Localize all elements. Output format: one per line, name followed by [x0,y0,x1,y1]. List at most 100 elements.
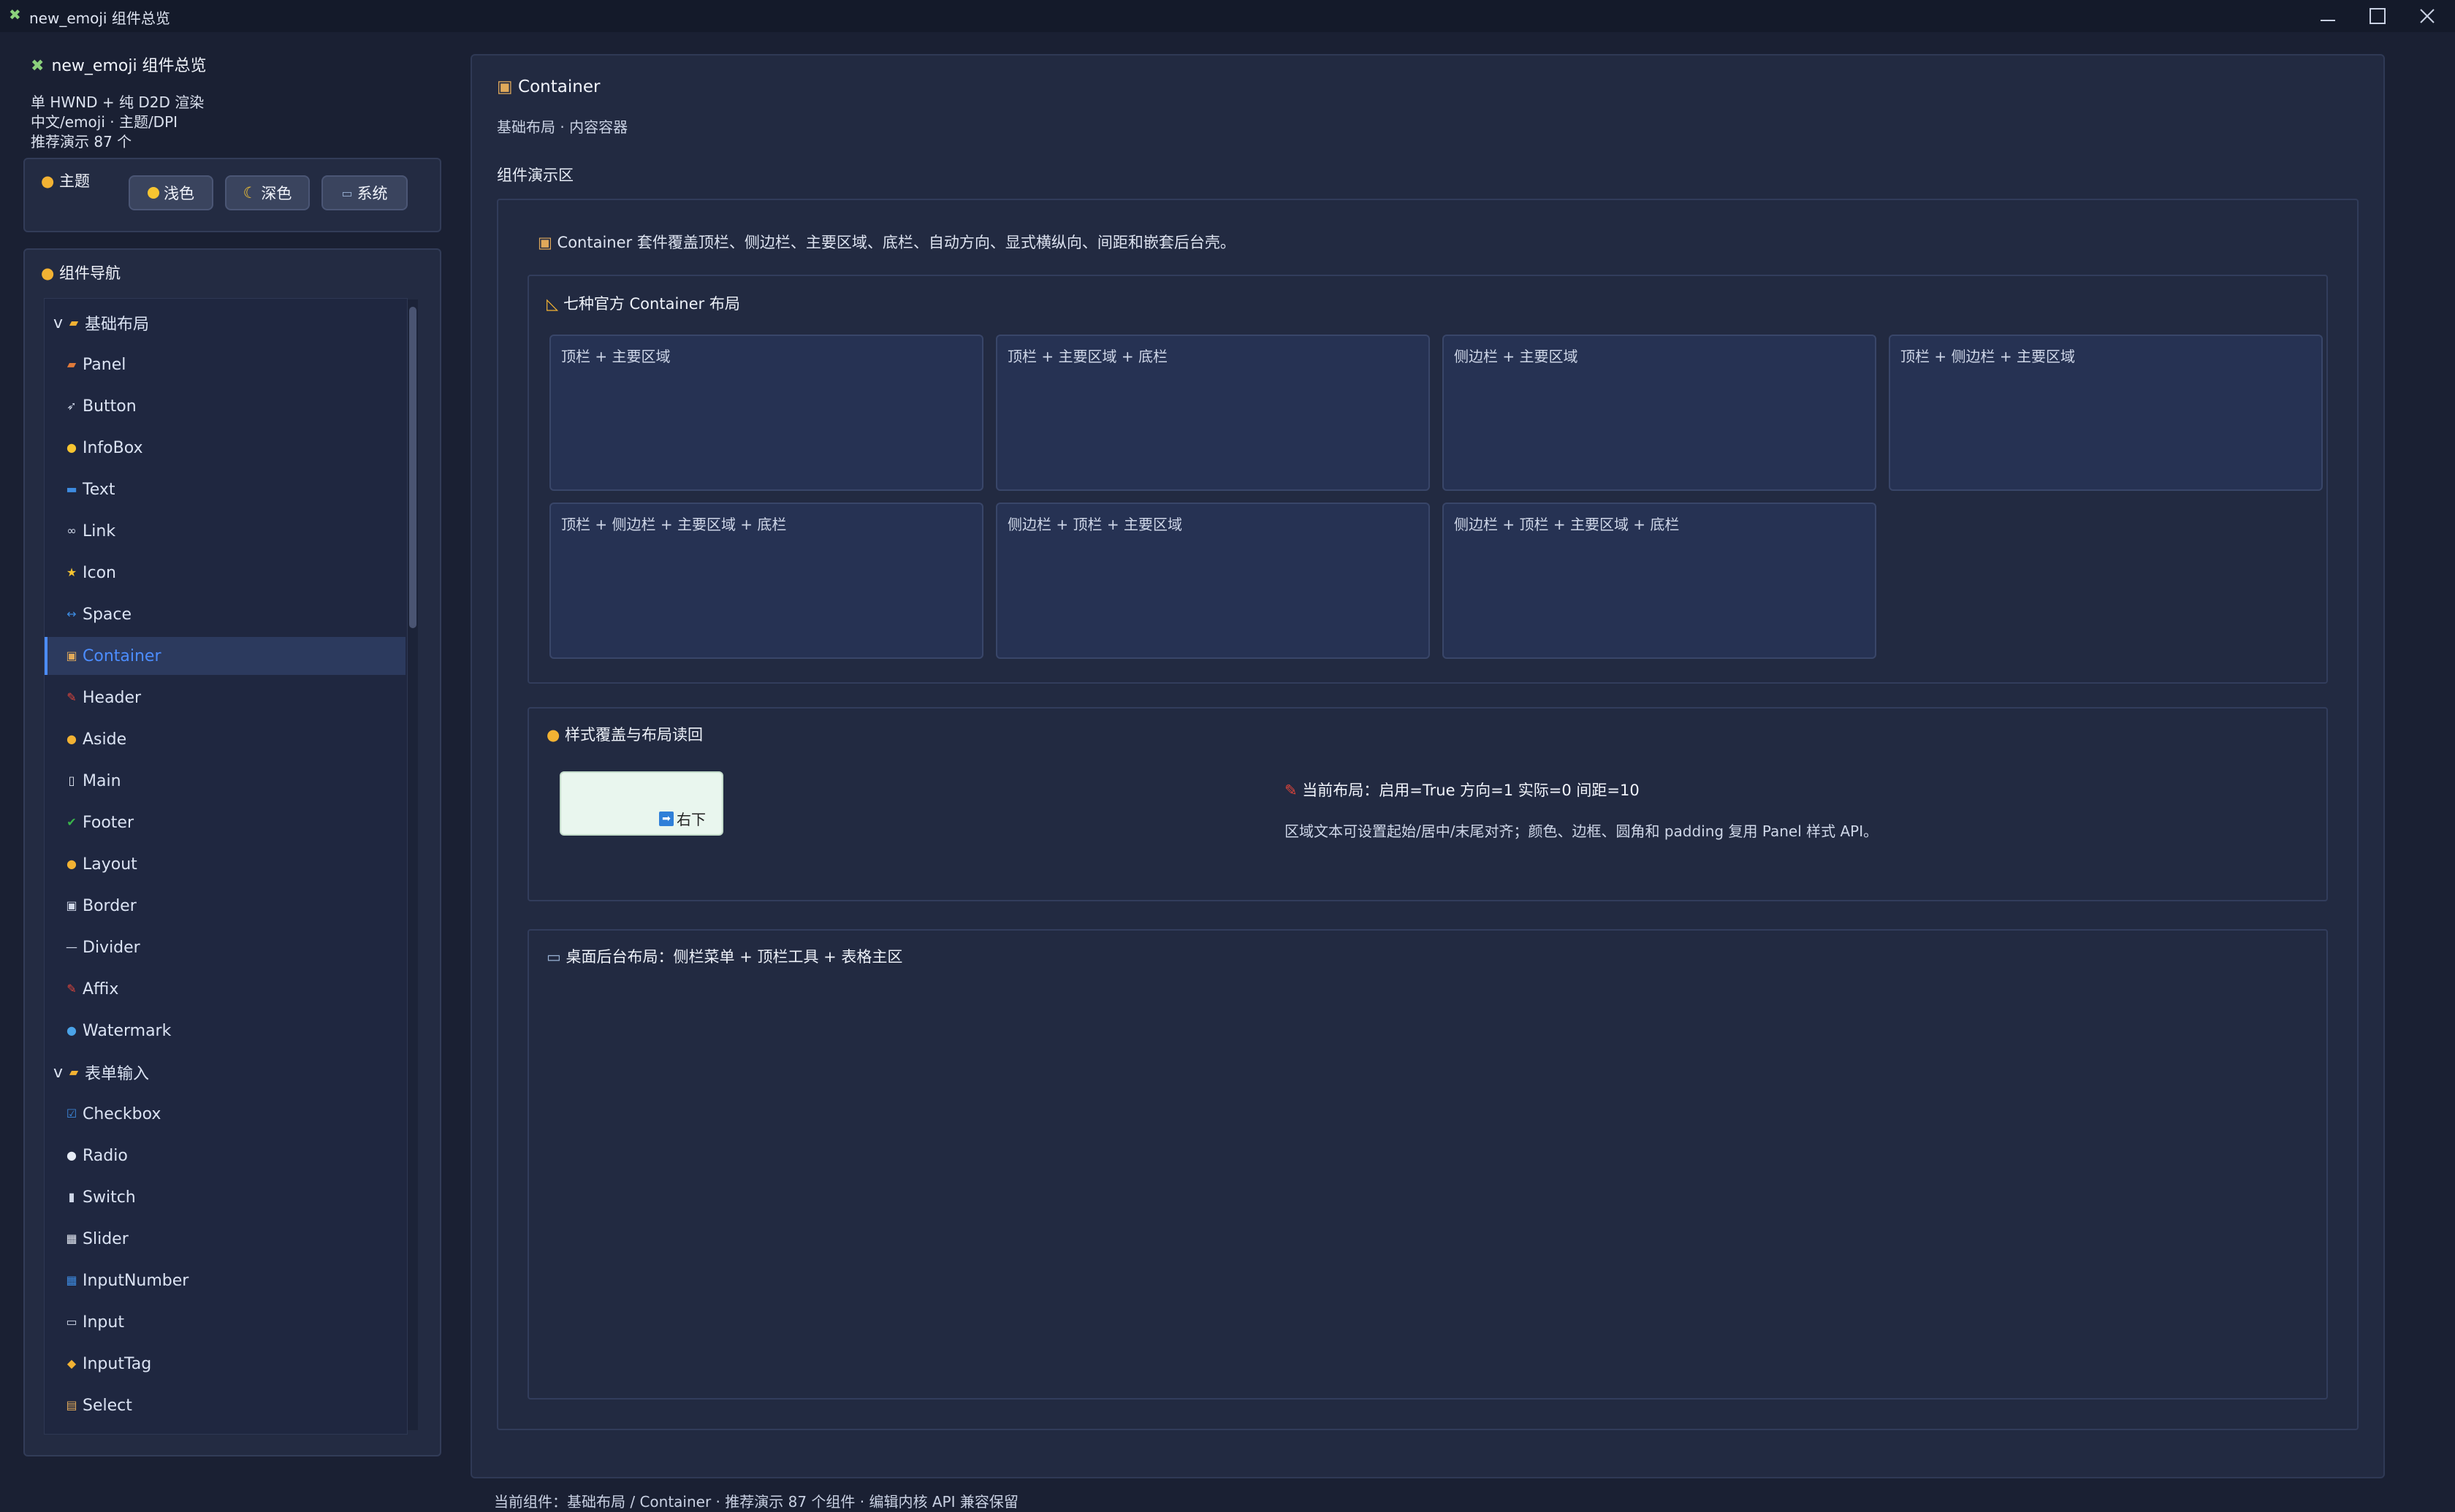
nav-item-slider[interactable]: ▦ Slider [45,1220,406,1258]
layout-card[interactable]: 顶栏 + 主要区域 + 底栏 [996,335,1430,491]
nav-tree[interactable]: v ▰ 基础布局 ▰ Panel ➶ Button ● InfoBox ▬ Text ∞ Li… [44,298,408,1435]
pin-icon: ✎ [66,982,77,996]
layout-card-label: 顶栏 + 主要区域 [561,348,671,365]
theme-system-button[interactable]: ▭ 系统 [321,175,408,210]
divider-icon: — [66,940,77,954]
sun-icon [148,187,159,199]
nav-label: ● 组件导航 [41,264,121,282]
box-icon: ▣ [538,234,552,251]
layout-card[interactable]: 顶栏 + 侧边栏 + 主要区域 [1889,335,2323,491]
folder-icon: ▰ [69,316,79,329]
window-title: new_emoji 组件总览 [29,9,170,27]
box-icon: ▣ [497,77,513,96]
switch-icon: ▮ [68,1190,75,1204]
nav-group-form[interactable]: v ▰ 表单输入 [45,1053,406,1091]
theme-dark-button[interactable]: ☾ 深色 [225,175,310,210]
star-icon: ★ [66,565,77,579]
page-subtitle: 基础布局 · 内容容器 [497,118,628,136]
layout-card[interactable]: 顶栏 + 主要区域 [549,335,983,491]
checkbox-icon: ☑ [66,1107,77,1120]
link-icon: ∞ [66,524,77,538]
box-icon: ▣ [66,649,77,663]
minimize-button[interactable] [2303,0,2353,32]
nav-scrollbar-thumb[interactable] [409,307,416,628]
nav-group-basic[interactable]: v ▰ 基础布局 [45,304,406,342]
status-bar: 当前组件：基础布局 / Container · 推荐演示 87 个组件 · 编辑… [494,1493,1019,1511]
layout-card-label: 侧边栏 + 主要区域 [1454,348,1578,365]
nav-item-select[interactable]: ▤ Select [45,1386,406,1424]
nav-item-icon[interactable]: ★ Icon [45,554,406,592]
demo-intro: ▣ Container 套件覆盖顶栏、侧边栏、主要区域、底栏、自动方向、显式横纵… [538,234,1236,251]
nav-item-header[interactable]: ✎ Header [45,679,406,717]
nav-item-watermark[interactable]: ● Watermark [45,1012,406,1050]
nav-item-divider[interactable]: — Divider [45,928,406,966]
style-section [528,707,2328,901]
nav-item-aside[interactable]: ● Aside [45,720,406,758]
nav-item-space[interactable]: ↔ Space [45,595,406,633]
desktop-section-title: ▭ 桌面后台布局：侧栏菜单 + 顶栏工具 + 表格主区 [547,948,903,966]
layout-card-label: 顶栏 + 侧边栏 + 主要区域 [1900,348,2075,365]
nav-item-infobox[interactable]: ● InfoBox [45,429,406,467]
page-icon: ▯ [68,774,75,787]
layout-description: 区域文本可设置起始/居中/末尾对齐；颜色、边框、圆角和 padding 复用 P… [1284,822,1879,840]
layout-card[interactable]: 顶栏 + 侧边栏 + 主要区域 + 底栏 [549,503,983,659]
nav-item-switch[interactable]: ▮ Switch [45,1178,406,1216]
nav-item-layout[interactable]: ● Layout [45,845,406,883]
text-icon: ▬ [66,482,77,496]
layout-card-label: 侧边栏 + 顶栏 + 主要区域 + 底栏 [1454,516,1680,533]
demo-label: 组件演示区 [497,167,574,184]
border-icon: ▣ [66,898,77,912]
radio-icon: ● [66,1148,77,1162]
layout-card[interactable]: 侧边栏 + 主要区域 [1442,335,1876,491]
nav-item-container[interactable]: ▣ Container [45,637,406,675]
compass-icon: ● [66,857,77,871]
info-line: 中文/emoji · 主题/DPI [31,113,178,131]
desktop-section [528,929,2328,1400]
layout-card[interactable]: 侧边栏 + 顶栏 + 主要区域 [996,503,1430,659]
layout-card-label: 顶栏 + 主要区域 + 底栏 [1008,348,1168,365]
close-button[interactable] [2402,0,2452,32]
nav-item-affix[interactable]: ✎ Affix [45,970,406,1008]
nav-item-checkbox[interactable]: ☑ Checkbox [45,1095,406,1133]
space-icon: ↔ [66,607,77,621]
nav-item-link[interactable]: ∞ Link [45,512,406,550]
ruler-icon: ◺ [547,295,559,313]
theme-label: ● 主题 [41,172,91,190]
compass-icon: ● [41,264,55,282]
nav-item-radio[interactable]: ● Radio [45,1137,406,1175]
tag-icon: ◆ [66,1356,77,1370]
nav-item-border[interactable]: ▣ Border [45,887,406,925]
nav-item-text[interactable]: ▬ Text [45,470,406,508]
moon-icon: ☾ [243,184,257,202]
layout-card-label: 侧边栏 + 顶栏 + 主要区域 [1008,516,1182,533]
nav-item-panel[interactable]: ▰ Panel [45,345,406,383]
window-titlebar: ✖ new_emoji 组件总览 [0,0,2455,32]
theme-light-button[interactable]: 浅色 [129,175,213,210]
layouts-section-title: ◺ 七种官方 Container 布局 [547,295,740,313]
nav-item-inputnumber[interactable]: ▦ InputNumber [45,1261,406,1299]
slider-icon: ▦ [66,1232,77,1245]
nav-item-input[interactable]: ▭ Input [45,1303,406,1341]
compass-icon: ● [66,732,77,746]
pin-icon: ✎ [66,690,77,704]
folder-icon: ▰ [69,1065,79,1079]
maximize-button[interactable] [2353,0,2402,32]
nav-item-inputtag[interactable]: ◆ InputTag [45,1345,406,1383]
arrow-right-icon: ➡ [659,811,674,826]
pin-icon: ✎ [1284,782,1298,799]
minimize-icon [2321,20,2335,21]
style-section-title: ● 样式覆盖与布局读回 [547,726,704,744]
app-logo-icon: ✖ [9,6,21,23]
nav-item-footer[interactable]: ✔ Footer [45,803,406,841]
nav-item-main[interactable]: ▯ Main [45,762,406,800]
monitor-icon: ▭ [341,186,353,200]
palette-icon: ● [547,726,560,744]
maximize-icon [2370,8,2386,24]
check-icon: ✔ [66,815,77,829]
panel-icon: ▰ [66,357,77,371]
puzzle-icon: ✖ [31,57,45,75]
layout-card[interactable]: 侧边栏 + 顶栏 + 主要区域 + 底栏 [1442,503,1876,659]
nav-item-button[interactable]: ➶ Button [45,387,406,425]
preview-label: ➡ 右下 [659,808,706,829]
clipboard-icon: ▤ [66,1398,77,1412]
